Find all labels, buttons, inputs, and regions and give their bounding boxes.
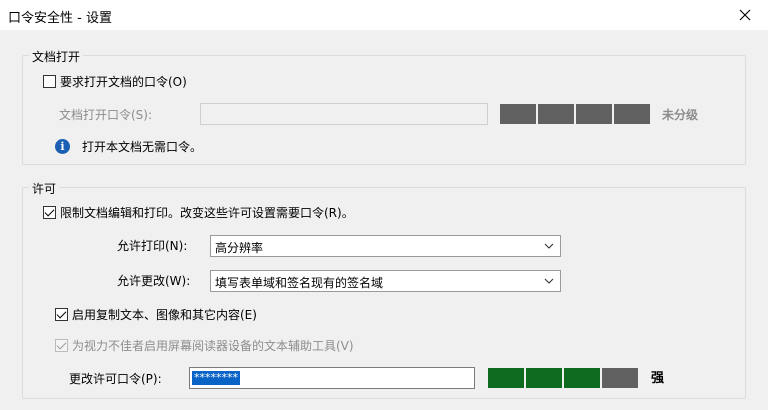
enable-copying-checkbox[interactable] (55, 308, 68, 321)
strength-segment (576, 104, 612, 124)
close-button[interactable] (722, 0, 768, 30)
permissions-password-label: 更改许可口令(P): (69, 372, 162, 386)
restrict-editing-checkbox[interactable] (43, 206, 56, 219)
strength-segment (602, 368, 638, 388)
strength-segment (526, 368, 562, 388)
require-open-password-label[interactable]: 要求打开文档的口令(O) (60, 75, 187, 89)
chevron-down-icon (544, 278, 554, 284)
open-password-strength-label: 未分级 (662, 108, 699, 122)
permissions-password-value: ******** (192, 371, 240, 385)
title-bar: 口令安全性 - 设置 (0, 0, 768, 30)
restrict-editing-label[interactable]: 限制文档编辑和打印。改变这些许可设置需要口令(R)。 (60, 206, 354, 220)
open-password-label: 文档打开口令(S): (59, 108, 153, 122)
permissions-password-strength-label: 强 (651, 371, 665, 386)
open-info-text: 打开本文档无需口令。 (82, 140, 203, 154)
screen-reader-checkbox[interactable] (55, 339, 68, 352)
close-icon (739, 9, 751, 21)
open-password-strength-meter (500, 104, 650, 124)
permissions-password-strength-meter (488, 368, 638, 388)
document-open-legend: 文档打开 (29, 48, 84, 65)
strength-segment (500, 104, 536, 124)
printing-allowed-label: 允许打印(N): (117, 239, 188, 253)
changes-allowed-select[interactable]: 填写表单域和签名现有的签名域 (210, 270, 561, 292)
screen-reader-label: 为视力不佳者启用屏幕阅读器设备的文本辅助工具(V) (72, 339, 354, 353)
open-password-input[interactable] (200, 103, 488, 125)
strength-segment (614, 104, 650, 124)
strength-segment (538, 104, 574, 124)
changes-allowed-value: 填写表单域和签名现有的签名域 (215, 276, 384, 290)
strength-segment (564, 368, 600, 388)
changes-allowed-label: 允许更改(W): (117, 274, 191, 288)
window-title: 口令安全性 - 设置 (8, 11, 112, 26)
info-icon: i (55, 139, 70, 154)
permissions-password-input[interactable]: ******** (189, 367, 475, 389)
enable-copying-label[interactable]: 启用复制文本、图像和其它内容(E) (72, 308, 257, 322)
printing-allowed-value: 高分辨率 (215, 241, 264, 255)
permissions-legend: 许可 (29, 180, 60, 197)
require-open-password-checkbox[interactable] (43, 75, 56, 88)
chevron-down-icon (544, 243, 554, 249)
printing-allowed-select[interactable]: 高分辨率 (210, 235, 561, 257)
strength-segment (488, 368, 524, 388)
